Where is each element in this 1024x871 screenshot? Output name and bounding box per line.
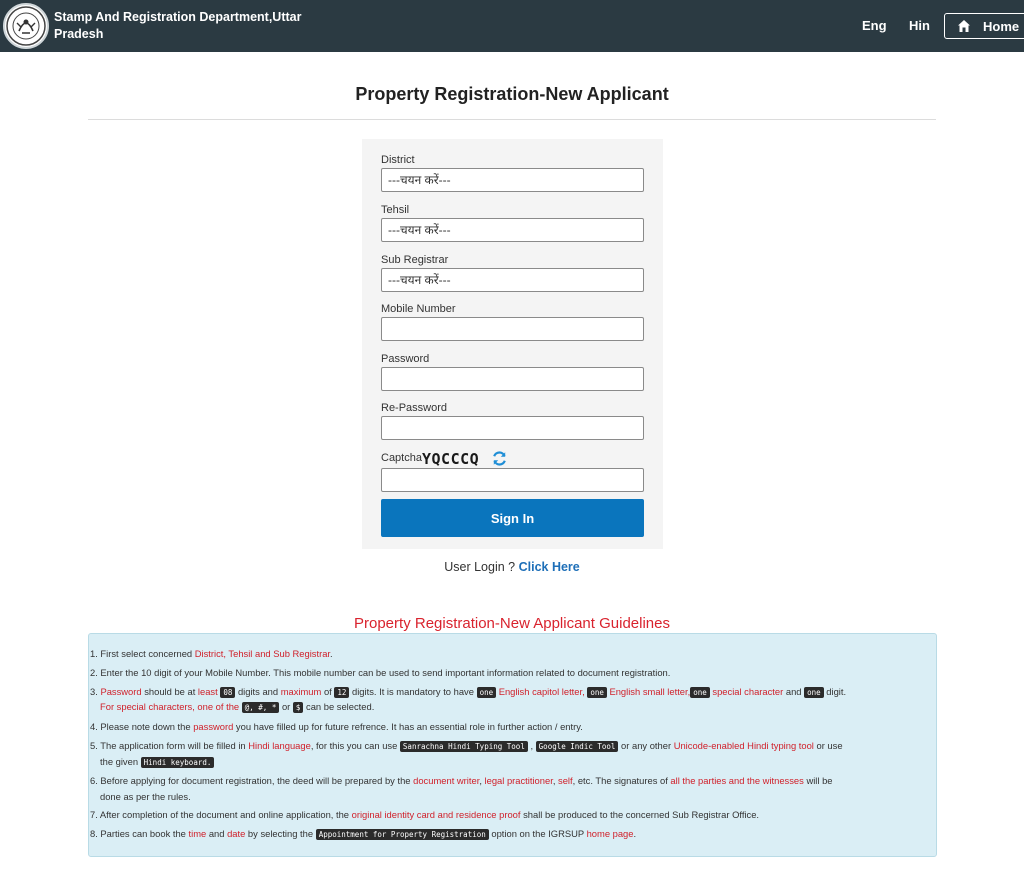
home-button-label: Home [983,18,1020,34]
guideline-3-continued: For special characters, one of the @, #,… [100,701,375,713]
user-login-prompt: User Login ? Click Here [0,560,1024,574]
home-icon [958,20,970,32]
guideline-8: 8. Parties can book the time and date by… [90,828,637,840]
click-here-link[interactable]: Click Here [519,560,580,574]
tehsil-label: Tehsil [381,204,410,216]
captcha-code: YQCCCQ [422,450,480,468]
tehsil-select[interactable]: ---चयन करें--- [381,218,644,242]
guideline-7: 7. After completion of the document and … [90,809,760,820]
mobile-number-input[interactable] [381,317,644,341]
guideline-5-continued: the given Hindi keyboard. [100,756,930,769]
guideline-6: 6. Before applying for document registra… [90,775,833,786]
guideline-6-continued: done as per the rules. [100,791,191,802]
captcha-label: Captcha [381,452,422,464]
language-hindi-link[interactable]: Hin [909,18,930,33]
password-input[interactable] [381,367,644,391]
guideline-4: 4. Please note down the password you hav… [90,721,583,732]
sign-in-button[interactable]: Sign In [381,499,644,537]
title-divider [88,119,936,120]
department-name: Stamp And Registration Department,Uttar … [54,10,302,41]
top-navbar: Stamp And Registration Department,Uttar … [0,0,1024,52]
guideline-2: 2. Enter the 10 digit of your Mobile Num… [90,667,671,678]
guideline-3: 3. Password should be at least 08 digits… [90,686,847,698]
page-title: Property Registration-New Applicant [355,84,669,104]
user-login-text: User Login ? [444,560,516,574]
home-button[interactable]: Home [944,13,1024,39]
guidelines-box: 1. First select concerned District, Tehs… [88,633,937,857]
password-label: Password [381,353,430,365]
up-emblem-logo [3,3,49,49]
district-label: District [381,154,415,166]
guideline-1: 1. First select concerned District, Tehs… [90,648,333,659]
language-english-link[interactable]: Eng [862,18,887,33]
registration-form: District ---चयन करें--- Tehsil ---चयन कर… [362,139,663,549]
sub-registrar-label: Sub Registrar [381,254,449,266]
captcha-input[interactable] [381,468,644,492]
guideline-5: 5. The application form will be filled i… [90,740,843,752]
district-select[interactable]: ---चयन करें--- [381,168,644,192]
guidelines-title: Property Registration-New Applicant Guid… [354,615,670,632]
mobile-number-label: Mobile Number [381,303,456,315]
repassword-input[interactable] [381,416,644,440]
repassword-label: Re-Password [381,402,448,414]
refresh-icon[interactable] [491,450,508,467]
sub-registrar-select[interactable]: ---चयन करें--- [381,268,644,292]
